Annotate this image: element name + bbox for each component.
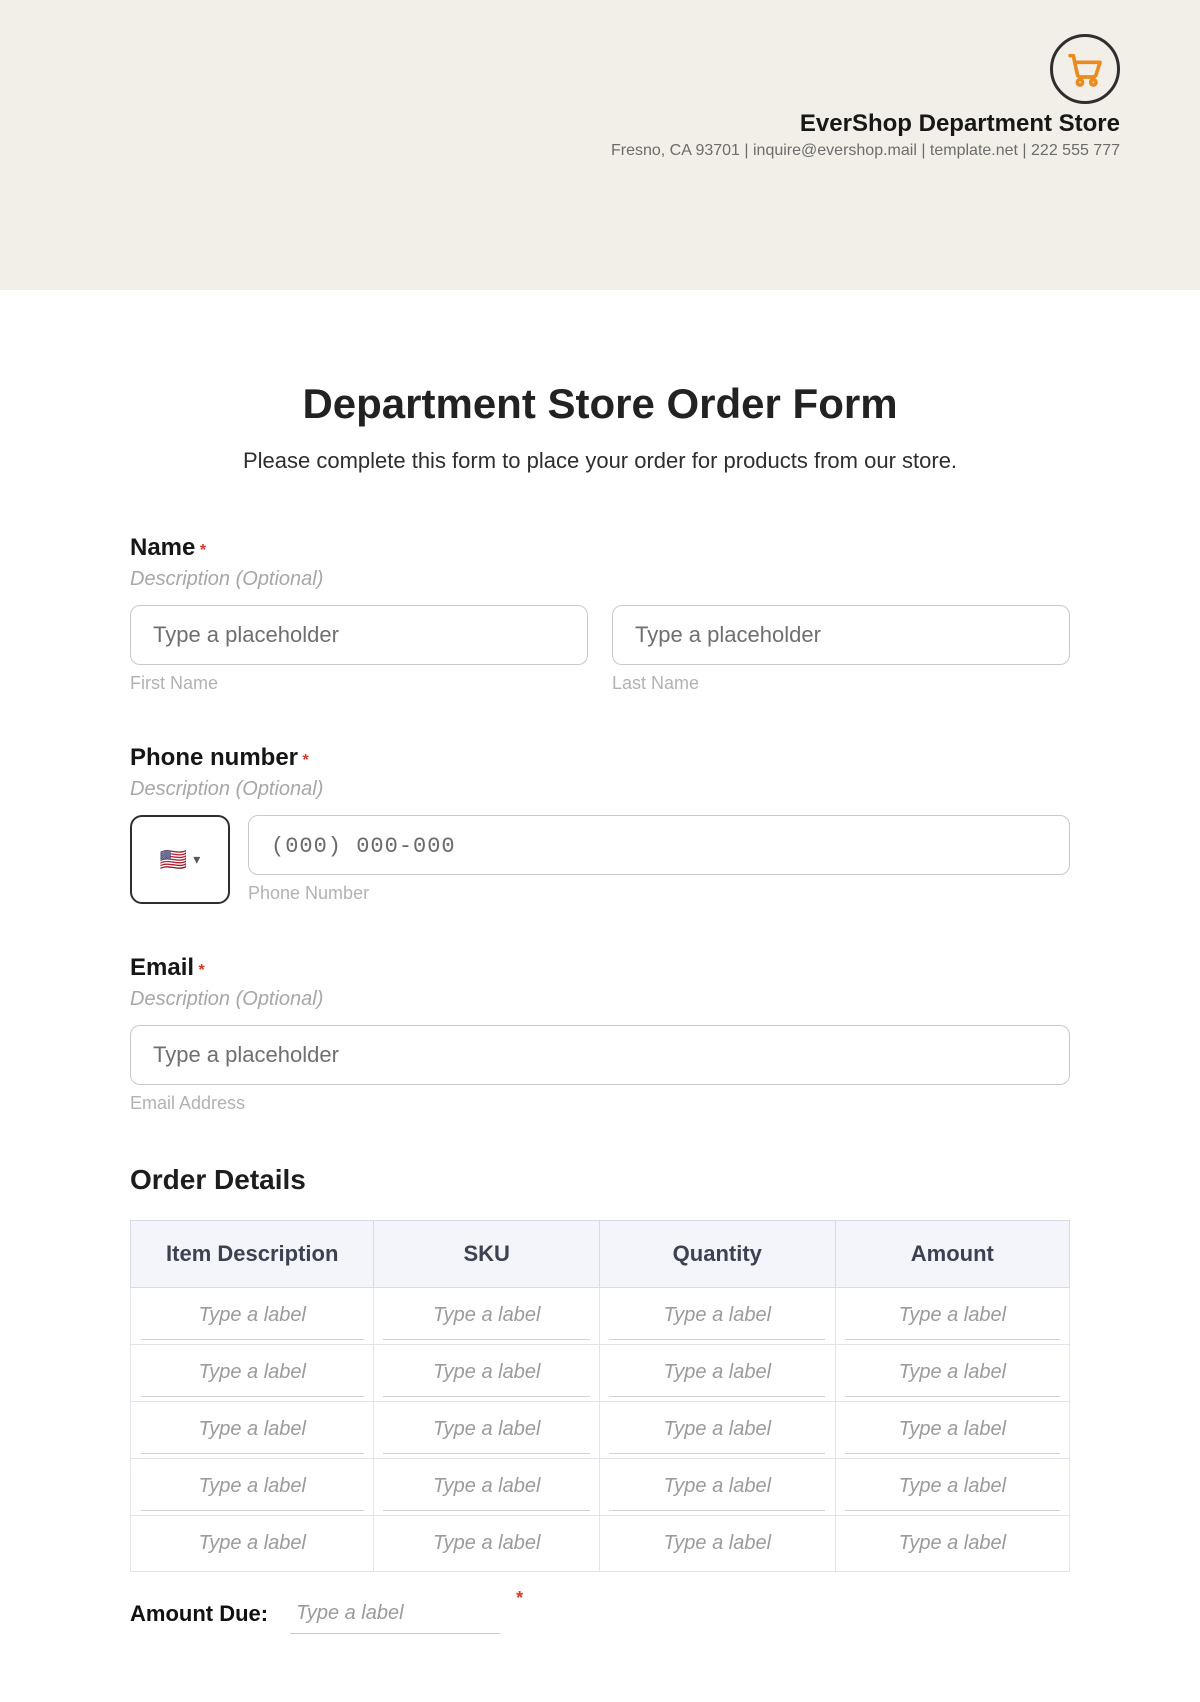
table-cell [599,1516,835,1572]
table-cell [835,1345,1069,1402]
name-label: Name [130,534,195,561]
amount-due-label: Amount Due: [130,1601,268,1627]
required-mark: * [302,752,308,769]
table-cell-input[interactable] [609,1292,825,1340]
page-title: Department Store Order Form [130,380,1070,428]
table-cell-input[interactable] [383,1292,589,1340]
table-cell [374,1402,599,1459]
form-container: Department Store Order Form Please compl… [0,290,1200,1634]
email-description: Description (Optional) [130,988,1070,1011]
email-input[interactable] [130,1025,1070,1085]
phone-label: Phone number [130,744,298,771]
name-description: Description (Optional) [130,568,1070,591]
email-sublabel: Email Address [130,1093,1070,1114]
table-row [131,1345,1070,1402]
first-name-sublabel: First Name [130,673,588,694]
brand-block: EverShop Department Store Fresno, CA 937… [611,34,1120,160]
table-cell-input[interactable] [383,1406,589,1454]
company-name: EverShop Department Store [611,110,1120,138]
table-cell [835,1516,1069,1572]
required-mark: * [200,542,206,559]
table-cell [131,1345,374,1402]
last-name-input[interactable] [612,605,1070,665]
table-cell-input[interactable] [141,1406,364,1454]
header-banner: EverShop Department Store Fresno, CA 937… [0,0,1200,290]
email-label: Email [130,954,194,981]
phone-input[interactable] [248,815,1070,875]
col-quantity: Quantity [599,1221,835,1288]
name-field: Name * Description (Optional) First Name… [130,534,1070,694]
col-item-description: Item Description [131,1221,374,1288]
table-cell [131,1516,374,1572]
table-cell-input[interactable] [845,1463,1060,1511]
table-cell [835,1459,1069,1516]
table-row [131,1516,1070,1572]
table-cell-input[interactable] [609,1406,825,1454]
required-mark: * [198,962,204,979]
table-cell [599,1288,835,1345]
table-cell [599,1459,835,1516]
country-code-select[interactable]: 🇺🇸 ▾ [130,815,230,904]
col-sku: SKU [374,1221,599,1288]
order-table-body [131,1288,1070,1572]
phone-field: Phone number * Description (Optional) 🇺🇸… [130,744,1070,904]
table-cell-input[interactable] [845,1406,1060,1454]
table-cell-input[interactable] [383,1463,589,1511]
cart-logo-icon [1050,34,1120,104]
table-cell-input[interactable] [609,1463,825,1511]
required-mark: * [516,1588,523,1609]
table-row [131,1402,1070,1459]
phone-description: Description (Optional) [130,778,1070,801]
company-meta: Fresno, CA 93701 | inquire@evershop.mail… [611,142,1120,160]
table-cell-input[interactable] [609,1520,825,1567]
flag-icon: 🇺🇸 [160,847,187,873]
chevron-down-icon: ▾ [193,851,200,868]
table-cell [374,1288,599,1345]
amount-due-input[interactable] [290,1594,500,1634]
table-cell [131,1288,374,1345]
col-amount: Amount [835,1221,1069,1288]
table-cell [835,1402,1069,1459]
table-cell-input[interactable] [845,1292,1060,1340]
order-details-heading: Order Details [130,1164,1070,1196]
table-cell [374,1345,599,1402]
table-row [131,1288,1070,1345]
email-field: Email * Description (Optional) Email Add… [130,954,1070,1114]
table-cell-input[interactable] [141,1463,364,1511]
first-name-input[interactable] [130,605,588,665]
table-cell-input[interactable] [383,1520,589,1567]
table-row [131,1459,1070,1516]
table-cell-input[interactable] [141,1292,364,1340]
table-cell-input[interactable] [383,1349,589,1397]
amount-due-row: Amount Due: * [130,1594,1070,1634]
table-cell-input[interactable] [141,1520,364,1567]
table-cell [374,1516,599,1572]
table-cell-input[interactable] [845,1520,1060,1567]
last-name-sublabel: Last Name [612,673,1070,694]
table-cell [599,1402,835,1459]
order-table: Item Description SKU Quantity Amount [130,1220,1070,1572]
table-cell-input[interactable] [609,1349,825,1397]
table-cell [374,1459,599,1516]
table-cell [835,1288,1069,1345]
phone-sublabel: Phone Number [248,883,1070,904]
page-subtitle: Please complete this form to place your … [130,448,1070,474]
table-cell [131,1402,374,1459]
table-cell [131,1459,374,1516]
table-cell [599,1345,835,1402]
table-cell-input[interactable] [845,1349,1060,1397]
table-cell-input[interactable] [141,1349,364,1397]
